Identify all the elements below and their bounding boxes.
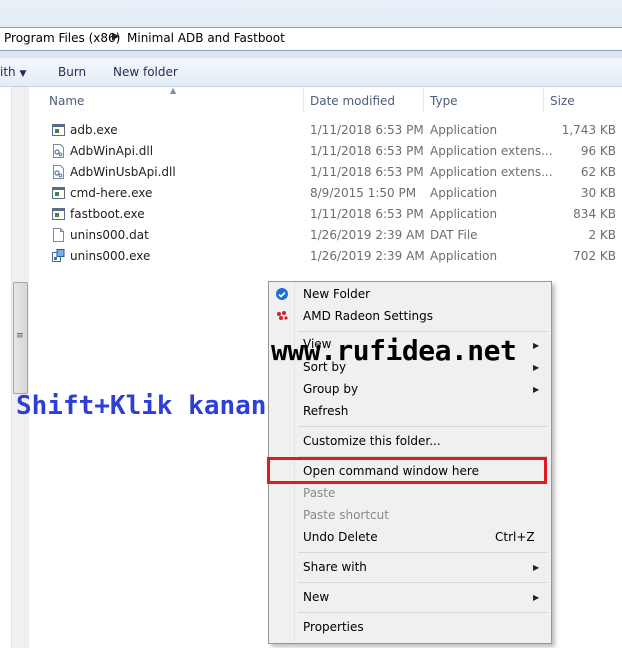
file-name: unins000.exe xyxy=(70,249,151,263)
file-size: 1,743 KB xyxy=(561,123,616,137)
file-type: Application xyxy=(430,207,498,221)
application-icon xyxy=(52,124,65,136)
burn-button[interactable]: Burn xyxy=(58,65,86,79)
caption-text: Shift+Klik kanan xyxy=(16,391,267,421)
application-icon xyxy=(52,208,65,220)
file-size: 96 KB xyxy=(580,144,616,158)
file-size: 834 KB xyxy=(573,207,616,221)
new-folder-button[interactable]: New folder xyxy=(113,65,178,79)
menu-item-properties[interactable]: Properties xyxy=(303,620,364,634)
submenu-arrow-icon: ▶ xyxy=(533,563,540,572)
amd-radeon-icon xyxy=(277,311,288,320)
file-name: adb.exe xyxy=(70,123,118,137)
file-size: 62 KB xyxy=(580,165,616,179)
highlight-box xyxy=(267,457,547,484)
column-header-size[interactable]: Size xyxy=(550,94,575,108)
file-icon xyxy=(53,228,64,242)
file-name: fastboot.exe xyxy=(70,207,145,221)
file-row[interactable]: AdbWinApi.dll 1/11/2018 6:53 PM Applicat… xyxy=(48,141,622,162)
sort-ascending-icon: ▲ xyxy=(170,86,177,95)
file-type: Application xyxy=(430,186,498,200)
undo-shortcut-label: Ctrl+Z xyxy=(495,530,535,544)
column-divider[interactable] xyxy=(423,88,424,112)
menu-item-amd-radeon-settings[interactable]: AMD Radeon Settings xyxy=(303,309,433,323)
column-header-name[interactable]: Name xyxy=(49,94,84,108)
menu-separator xyxy=(298,582,548,583)
file-size: 702 KB xyxy=(573,249,616,263)
submenu-arrow-icon: ▶ xyxy=(533,385,540,394)
file-size: 30 KB xyxy=(580,186,616,200)
breadcrumb-minimal-adb[interactable]: Minimal ADB and Fastboot xyxy=(127,31,285,45)
menu-separator xyxy=(298,426,548,427)
file-date: 1/26/2019 2:39 AM xyxy=(310,228,425,242)
toolbar-share-with-button[interactable]: ith ▼ xyxy=(0,65,26,79)
file-size: 2 KB xyxy=(588,228,616,242)
column-divider[interactable] xyxy=(303,88,304,112)
file-row[interactable]: AdbWinUsbApi.dll 1/11/2018 6:53 PM Appli… xyxy=(48,162,622,183)
column-divider[interactable] xyxy=(543,88,544,112)
file-date: 1/11/2018 6:53 PM xyxy=(310,165,424,179)
file-row[interactable]: fastboot.exe 1/11/2018 6:53 PM Applicati… xyxy=(48,204,622,225)
menu-item-paste[interactable]: Paste xyxy=(303,486,335,500)
menu-item-customize-folder[interactable]: Customize this folder... xyxy=(303,434,441,448)
breadcrumb-separator-icon[interactable]: ▶ xyxy=(112,31,120,42)
menu-item-undo-delete[interactable]: Undo Delete xyxy=(303,530,378,544)
column-header-date-modified[interactable]: Date modified xyxy=(310,94,395,108)
file-type: Application extens... xyxy=(430,144,553,158)
file-name: AdbWinUsbApi.dll xyxy=(70,165,176,179)
file-type: Application xyxy=(430,249,498,263)
column-header-type[interactable]: Type xyxy=(430,94,458,108)
submenu-arrow-icon: ▶ xyxy=(533,341,540,350)
file-date: 1/11/2018 6:53 PM xyxy=(310,207,424,221)
command-bar xyxy=(0,58,622,87)
file-type: DAT File xyxy=(430,228,478,242)
file-name: unins000.dat xyxy=(70,228,149,242)
menu-item-share-with[interactable]: Share with xyxy=(303,560,367,574)
menu-item-paste-shortcut[interactable]: Paste shortcut xyxy=(303,508,389,522)
file-date: 1/11/2018 6:53 PM xyxy=(310,123,424,137)
watermark-text: www.rufidea.net xyxy=(271,334,517,367)
submenu-arrow-icon: ▶ xyxy=(533,593,540,602)
dll-icon xyxy=(53,165,64,179)
file-date: 8/9/2015 1:50 PM xyxy=(310,186,417,200)
menu-item-group-by[interactable]: Group by xyxy=(303,382,358,396)
menu-item-new[interactable]: New xyxy=(303,590,329,604)
menu-item-refresh[interactable]: Refresh xyxy=(303,404,348,418)
file-row[interactable]: adb.exe 1/11/2018 6:53 PM Application 1,… xyxy=(48,120,622,141)
breadcrumb-program-files[interactable]: Program Files (x86) xyxy=(4,31,120,45)
file-name: cmd-here.exe xyxy=(70,186,153,200)
file-type: Application xyxy=(430,123,498,137)
new-folder-icon xyxy=(276,288,288,300)
chevron-down-icon: ▼ xyxy=(19,69,27,79)
uninstaller-icon xyxy=(52,249,65,262)
application-icon xyxy=(52,187,65,199)
file-row[interactable]: unins000.dat 1/26/2019 2:39 AM DAT File … xyxy=(48,225,622,246)
scroll-grip-icon: ≡ xyxy=(16,331,24,341)
file-name: AdbWinApi.dll xyxy=(70,144,154,158)
dll-icon xyxy=(53,144,64,158)
menu-item-new-folder[interactable]: New Folder xyxy=(303,287,370,301)
file-row[interactable]: cmd-here.exe 8/9/2015 1:50 PM Applicatio… xyxy=(48,183,622,204)
menu-separator xyxy=(298,612,548,613)
file-date: 1/11/2018 6:53 PM xyxy=(310,144,424,158)
file-row[interactable]: unins000.exe 1/26/2019 2:39 AM Applicati… xyxy=(48,246,622,267)
file-type: Application extens... xyxy=(430,165,553,179)
submenu-arrow-icon: ▶ xyxy=(533,363,540,372)
menu-separator xyxy=(298,331,548,332)
menu-separator xyxy=(298,552,548,553)
file-date: 1/26/2019 2:39 AM xyxy=(310,249,425,263)
